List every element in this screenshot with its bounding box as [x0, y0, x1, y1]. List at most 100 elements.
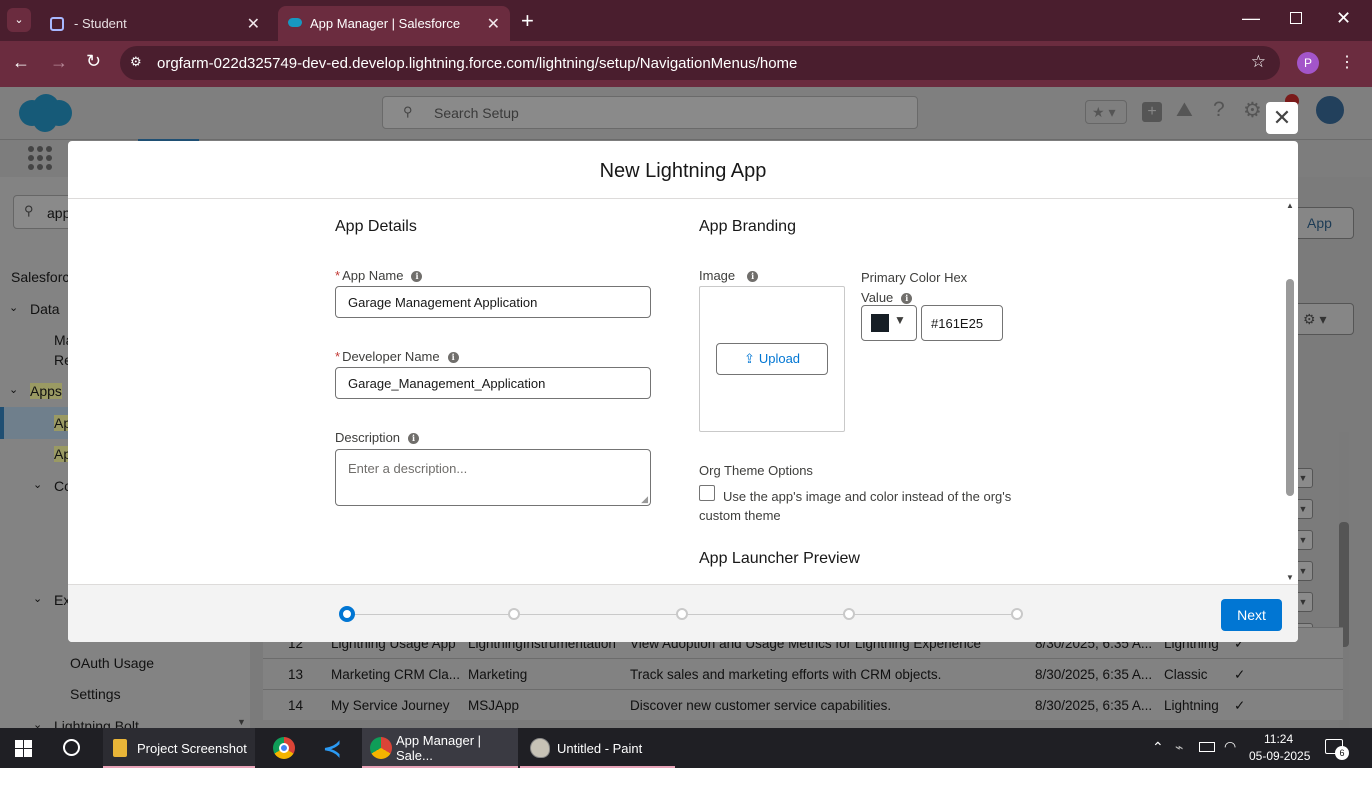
last-modified: 8/30/2025, 6:35 A...: [1035, 667, 1153, 682]
upload-button[interactable]: ⇪ Upload: [716, 343, 828, 375]
description: Track sales and marketing efforts with C…: [630, 667, 942, 682]
progress-step-3[interactable]: [676, 608, 688, 620]
developer-name: MSJApp: [468, 698, 520, 713]
next-button[interactable]: Next: [1221, 599, 1282, 631]
close-tab-icon[interactable]: ✕: [247, 14, 260, 34]
close-window-button[interactable]: ✕: [1336, 8, 1351, 29]
new-tab-button[interactable]: +: [521, 8, 534, 34]
table-row[interactable]: 13 Marketing CRM Cla... Marketing Track …: [263, 658, 1343, 689]
org-theme-checkbox[interactable]: [699, 485, 715, 501]
list-settings-gear-icon[interactable]: ⚙ ▾: [1292, 303, 1354, 335]
setup-gear-icon[interactable]: ⚙: [1243, 98, 1262, 123]
primary-color-hex-input[interactable]: #161E25: [921, 305, 1003, 341]
chevron-down-icon[interactable]: ⌄: [33, 478, 42, 491]
description-textarea[interactable]: Enter a description... ◢: [335, 449, 651, 506]
progress-step-4[interactable]: [843, 608, 855, 620]
omnibox[interactable]: ⚙ orgfarm-022d325749-dev-ed.develop.ligh…: [120, 46, 1280, 80]
modal-close-button[interactable]: ✕: [1266, 102, 1298, 134]
tab-title: - Student: [74, 16, 127, 31]
info-icon[interactable]: i: [447, 352, 459, 363]
close-tab-icon[interactable]: ✕: [487, 14, 500, 34]
minimize-button[interactable]: —: [1242, 8, 1260, 29]
app-name-input[interactable]: Garage Management Application: [335, 286, 651, 318]
network-icon[interactable]: ⌁: [1175, 739, 1183, 756]
salesforce-logo: [16, 93, 74, 133]
windows-start-icon[interactable]: [15, 740, 32, 757]
taskbar-file-explorer[interactable]: Project Screenshot: [103, 728, 255, 768]
taskbar-chrome-app-manager[interactable]: App Manager | Sale...: [362, 728, 518, 768]
app-name[interactable]: My Service Journey: [331, 698, 450, 713]
description-label: Description i: [335, 430, 420, 445]
progress-step-5[interactable]: [1011, 608, 1023, 620]
progress-step-2[interactable]: [508, 608, 520, 620]
restore-button[interactable]: [1290, 12, 1302, 24]
wifi-icon[interactable]: ◠: [1224, 738, 1236, 755]
chevron-down-icon[interactable]: ⌄: [9, 301, 18, 314]
taskbar-item-label: App Manager | Sale...: [396, 733, 482, 763]
back-icon[interactable]: ←: [12, 52, 30, 73]
image-label: Image i: [699, 268, 759, 283]
developer-name-input[interactable]: Garage_Management_Application: [335, 367, 651, 399]
description: Discover new customer service capabiliti…: [630, 698, 892, 713]
tab-favicon-icon: [50, 16, 64, 31]
org-theme-checkbox-label[interactable]: Use the app's image and color instead of…: [723, 486, 1011, 508]
app-details-heading: App Details: [335, 218, 417, 235]
reload-icon[interactable]: ↻: [86, 51, 101, 72]
chevron-down-icon[interactable]: ⌄: [33, 592, 42, 605]
modal-scrollbar[interactable]: ▲ ▼: [1284, 199, 1298, 584]
help-icon[interactable]: ?: [1213, 98, 1225, 122]
app-launcher-icon[interactable]: [28, 146, 52, 170]
modal-footer: Next: [68, 584, 1298, 642]
clock-time[interactable]: 11:24: [1264, 732, 1293, 746]
info-icon[interactable]: i: [747, 271, 759, 282]
chrome-icon[interactable]: [273, 737, 295, 759]
progress-step-1[interactable]: [339, 606, 355, 622]
color-picker-button[interactable]: ▼: [861, 305, 917, 341]
search-icon: ⚲: [403, 104, 413, 119]
scroll-down-icon[interactable]: ▼: [1286, 573, 1294, 582]
visible-check-icon: ✓: [1234, 667, 1246, 682]
tab-app-manager[interactable]: App Manager | Salesforce ✕: [278, 6, 510, 41]
app-name[interactable]: Marketing CRM Cla...: [331, 667, 460, 682]
new-lightning-app-button[interactable]: App: [1292, 207, 1354, 239]
bookmark-star-icon[interactable]: ☆: [1251, 52, 1266, 72]
scroll-up-icon[interactable]: ▲: [1286, 201, 1294, 210]
info-icon[interactable]: i: [901, 293, 913, 304]
user-avatar[interactable]: [1313, 93, 1347, 127]
sidebar-item-oauth-usage[interactable]: OAuth Usage: [70, 655, 154, 671]
tab-student[interactable]: - Student ✕: [38, 6, 270, 41]
sidebar-item-data[interactable]: Data: [30, 301, 60, 317]
sidebar-item-settings[interactable]: Settings: [70, 686, 121, 702]
forward-icon[interactable]: →: [50, 52, 68, 73]
sidebar-item-apps[interactable]: Apps: [30, 383, 62, 399]
search-circle-icon[interactable]: [63, 739, 80, 756]
tray-chevron-up-icon[interactable]: ⌃: [1152, 739, 1164, 756]
upload-label: Upload: [758, 351, 801, 366]
browser-tab-bar: ⌄ - Student ✕ App Manager | Salesforce ✕…: [0, 0, 1372, 41]
info-icon[interactable]: i: [408, 433, 420, 444]
tab-search-button[interactable]: ⌄: [7, 8, 31, 32]
menu-icon[interactable]: ⋮: [1339, 52, 1355, 72]
taskbar-paint[interactable]: Untitled - Paint: [520, 728, 675, 768]
table-row[interactable]: 14 My Service Journey MSJApp Discover ne…: [263, 689, 1343, 720]
vscode-icon[interactable]: ≺: [323, 736, 345, 761]
clock-date[interactable]: 05-09-2025: [1249, 749, 1310, 763]
global-actions-icon[interactable]: +: [1142, 102, 1162, 122]
app-branding-heading: App Branding: [699, 218, 796, 235]
favorites-star-icon[interactable]: ★ ▾: [1085, 100, 1127, 124]
sidebar-scrollbar[interactable]: ▼: [237, 717, 246, 727]
scroll-thumb[interactable]: [1286, 279, 1294, 496]
chevron-down-icon[interactable]: ⌄: [33, 718, 42, 728]
trailhead-icon[interactable]: ⛰: [1176, 99, 1193, 122]
sidebar-item-lightning-bolt[interactable]: Lightning Bolt: [54, 718, 139, 728]
chevron-down-icon[interactable]: ⌄: [9, 383, 18, 396]
resize-handle-icon[interactable]: ◢: [641, 494, 648, 505]
developer-name-label: * Developer Name i: [335, 349, 459, 364]
setup-search-input[interactable]: ⚲ Search Setup: [382, 96, 918, 129]
search-icon: ⚲: [24, 203, 34, 218]
site-info-icon[interactable]: ⚙: [130, 54, 142, 70]
url-text[interactable]: orgfarm-022d325749-dev-ed.develop.lightn…: [157, 55, 797, 72]
battery-icon[interactable]: [1199, 742, 1215, 752]
info-icon[interactable]: i: [411, 271, 423, 282]
profile-avatar[interactable]: P: [1297, 52, 1319, 74]
